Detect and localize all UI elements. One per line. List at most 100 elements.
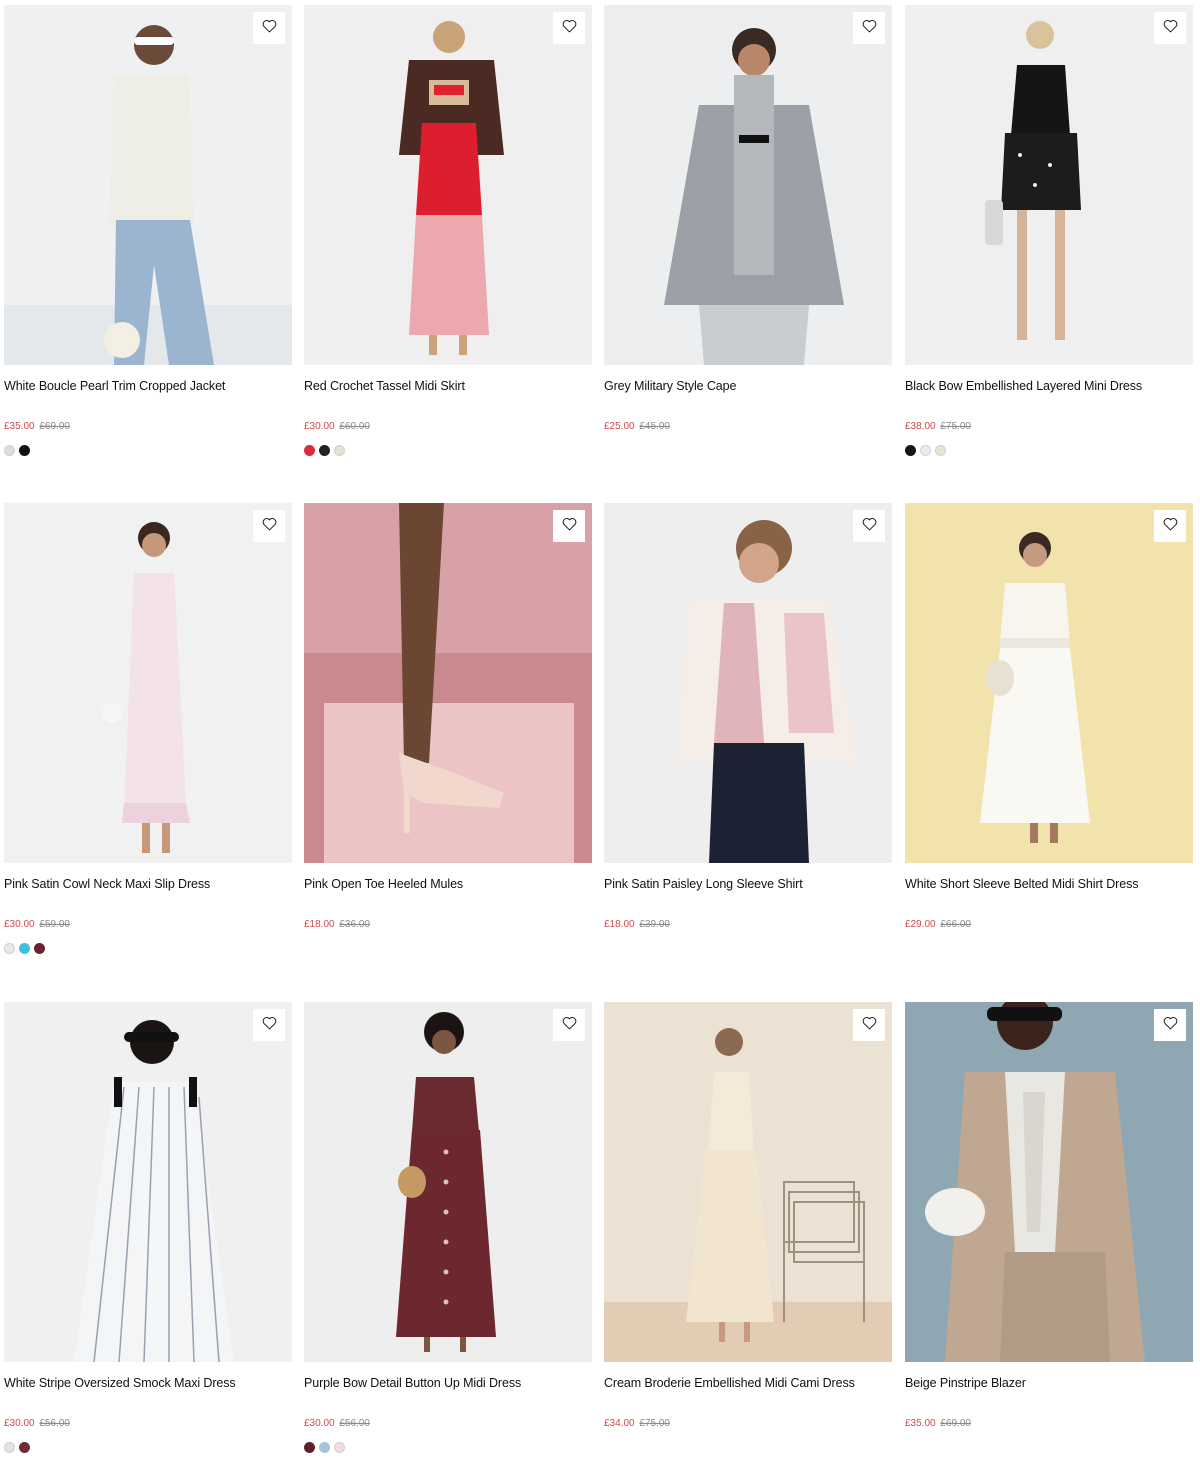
product-name[interactable]: Pink Satin Paisley Long Sleeve Shirt xyxy=(604,877,892,891)
wishlist-button[interactable] xyxy=(253,510,285,542)
color-swatch[interactable] xyxy=(19,943,30,954)
product-card[interactable]: Grey Military Style Cape £25.00 £45.00 xyxy=(604,5,892,432)
product-name[interactable]: Cream Broderie Embellished Midi Cami Dre… xyxy=(604,1376,892,1390)
product-image[interactable] xyxy=(905,1002,1193,1362)
product-image[interactable] xyxy=(304,1002,592,1362)
product-price: £18.00 £39.00 xyxy=(604,919,670,930)
product-photo xyxy=(985,21,1081,340)
product-name[interactable]: White Boucle Pearl Trim Cropped Jacket xyxy=(4,379,292,393)
product-card[interactable]: White Stripe Oversized Smock Maxi Dress … xyxy=(4,1002,292,1453)
product-image[interactable] xyxy=(304,503,592,863)
product-price: £30.00 £60.00 xyxy=(304,421,370,432)
product-price: £30.00 £56.00 xyxy=(304,1418,370,1429)
heart-outline-icon xyxy=(1163,1016,1178,1035)
original-price: £56.00 xyxy=(339,1418,370,1429)
product-image[interactable] xyxy=(4,503,292,863)
color-swatches xyxy=(4,943,45,954)
color-swatch[interactable] xyxy=(319,445,330,456)
color-swatch[interactable] xyxy=(34,943,45,954)
color-swatch[interactable] xyxy=(19,445,30,456)
product-photo xyxy=(396,1012,496,1352)
color-swatch[interactable] xyxy=(19,1442,30,1453)
sale-price: £38.00 xyxy=(905,421,936,432)
sale-price: £35.00 xyxy=(4,421,35,432)
color-swatch[interactable] xyxy=(905,445,916,456)
product-image[interactable] xyxy=(604,5,892,365)
color-swatch[interactable] xyxy=(935,445,946,456)
product-name[interactable]: Red Crochet Tassel Midi Skirt xyxy=(304,379,592,393)
product-card[interactable]: White Boucle Pearl Trim Cropped Jacket £… xyxy=(4,5,292,456)
wishlist-button[interactable] xyxy=(1154,510,1186,542)
product-image[interactable] xyxy=(905,5,1193,365)
color-swatch[interactable] xyxy=(334,1442,345,1453)
color-swatch[interactable] xyxy=(334,445,345,456)
product-price: £38.00 £75.00 xyxy=(905,421,971,432)
heart-outline-icon xyxy=(562,19,577,38)
heart-outline-icon xyxy=(262,1016,277,1035)
product-image[interactable] xyxy=(4,1002,292,1362)
product-name[interactable]: White Stripe Oversized Smock Maxi Dress xyxy=(4,1376,292,1390)
wishlist-button[interactable] xyxy=(253,12,285,44)
sale-price: £18.00 xyxy=(604,919,635,930)
sale-price: £30.00 xyxy=(304,421,335,432)
product-card[interactable]: Beige Pinstripe Blazer £35.00 £69.00 xyxy=(905,1002,1193,1429)
original-price: £45.00 xyxy=(639,421,670,432)
color-swatch[interactable] xyxy=(4,943,15,954)
product-name[interactable]: White Short Sleeve Belted Midi Shirt Dre… xyxy=(905,877,1193,891)
color-swatches xyxy=(304,1442,345,1453)
product-card[interactable]: Pink Satin Paisley Long Sleeve Shirt £18… xyxy=(604,503,892,930)
sale-price: £34.00 xyxy=(604,1418,635,1429)
product-price: £35.00 £69.00 xyxy=(905,1418,971,1429)
heart-outline-icon xyxy=(1163,19,1178,38)
heart-outline-icon xyxy=(262,19,277,38)
product-name[interactable]: Pink Satin Cowl Neck Maxi Slip Dress xyxy=(4,877,292,891)
product-card[interactable]: Red Crochet Tassel Midi Skirt £30.00 £60… xyxy=(304,5,592,456)
heart-outline-icon xyxy=(862,19,877,38)
product-image[interactable] xyxy=(4,5,292,365)
sale-price: £25.00 xyxy=(604,421,635,432)
product-photo xyxy=(399,21,504,355)
product-price: £18.00 £36.00 xyxy=(304,919,370,930)
product-photo xyxy=(905,1002,1193,1362)
wishlist-button[interactable] xyxy=(1154,12,1186,44)
color-swatches xyxy=(4,1442,30,1453)
product-card[interactable]: White Short Sleeve Belted Midi Shirt Dre… xyxy=(905,503,1193,930)
product-price: £30.00 £59.00 xyxy=(4,919,70,930)
wishlist-button[interactable] xyxy=(853,1009,885,1041)
product-card[interactable]: Pink Satin Cowl Neck Maxi Slip Dress £30… xyxy=(4,503,292,954)
color-swatch[interactable] xyxy=(304,1442,315,1453)
wishlist-button[interactable] xyxy=(553,12,585,44)
color-swatch[interactable] xyxy=(319,1442,330,1453)
original-price: £60.00 xyxy=(339,421,370,432)
product-card[interactable]: Purple Bow Detail Button Up Midi Dress £… xyxy=(304,1002,592,1453)
product-image[interactable] xyxy=(905,503,1193,863)
wishlist-button[interactable] xyxy=(553,1009,585,1041)
heart-outline-icon xyxy=(562,1016,577,1035)
product-name[interactable]: Grey Military Style Cape xyxy=(604,379,892,393)
original-price: £69.00 xyxy=(940,1418,971,1429)
color-swatch[interactable] xyxy=(304,445,315,456)
product-name[interactable]: Black Bow Embellished Layered Mini Dress xyxy=(905,379,1193,393)
color-swatch[interactable] xyxy=(920,445,931,456)
wishlist-button[interactable] xyxy=(553,510,585,542)
wishlist-button[interactable] xyxy=(853,12,885,44)
product-image[interactable] xyxy=(604,1002,892,1362)
product-image[interactable] xyxy=(304,5,592,365)
color-swatch[interactable] xyxy=(4,1442,15,1453)
product-card[interactable]: Black Bow Embellished Layered Mini Dress… xyxy=(905,5,1193,456)
product-price: £29.00 £66.00 xyxy=(905,919,971,930)
wishlist-button[interactable] xyxy=(1154,1009,1186,1041)
product-image[interactable] xyxy=(604,503,892,863)
product-name[interactable]: Purple Bow Detail Button Up Midi Dress xyxy=(304,1376,592,1390)
product-photo xyxy=(74,1020,234,1362)
product-name[interactable]: Beige Pinstripe Blazer xyxy=(905,1376,1193,1390)
wishlist-button[interactable] xyxy=(253,1009,285,1041)
product-name[interactable]: Pink Open Toe Heeled Mules xyxy=(304,877,592,891)
product-card[interactable]: Cream Broderie Embellished Midi Cami Dre… xyxy=(604,1002,892,1429)
product-card[interactable]: Pink Open Toe Heeled Mules £18.00 £36.00 xyxy=(304,503,592,930)
heart-outline-icon xyxy=(1163,517,1178,536)
color-swatch[interactable] xyxy=(4,445,15,456)
original-price: £36.00 xyxy=(339,919,370,930)
wishlist-button[interactable] xyxy=(853,510,885,542)
original-price: £56.00 xyxy=(39,1418,70,1429)
